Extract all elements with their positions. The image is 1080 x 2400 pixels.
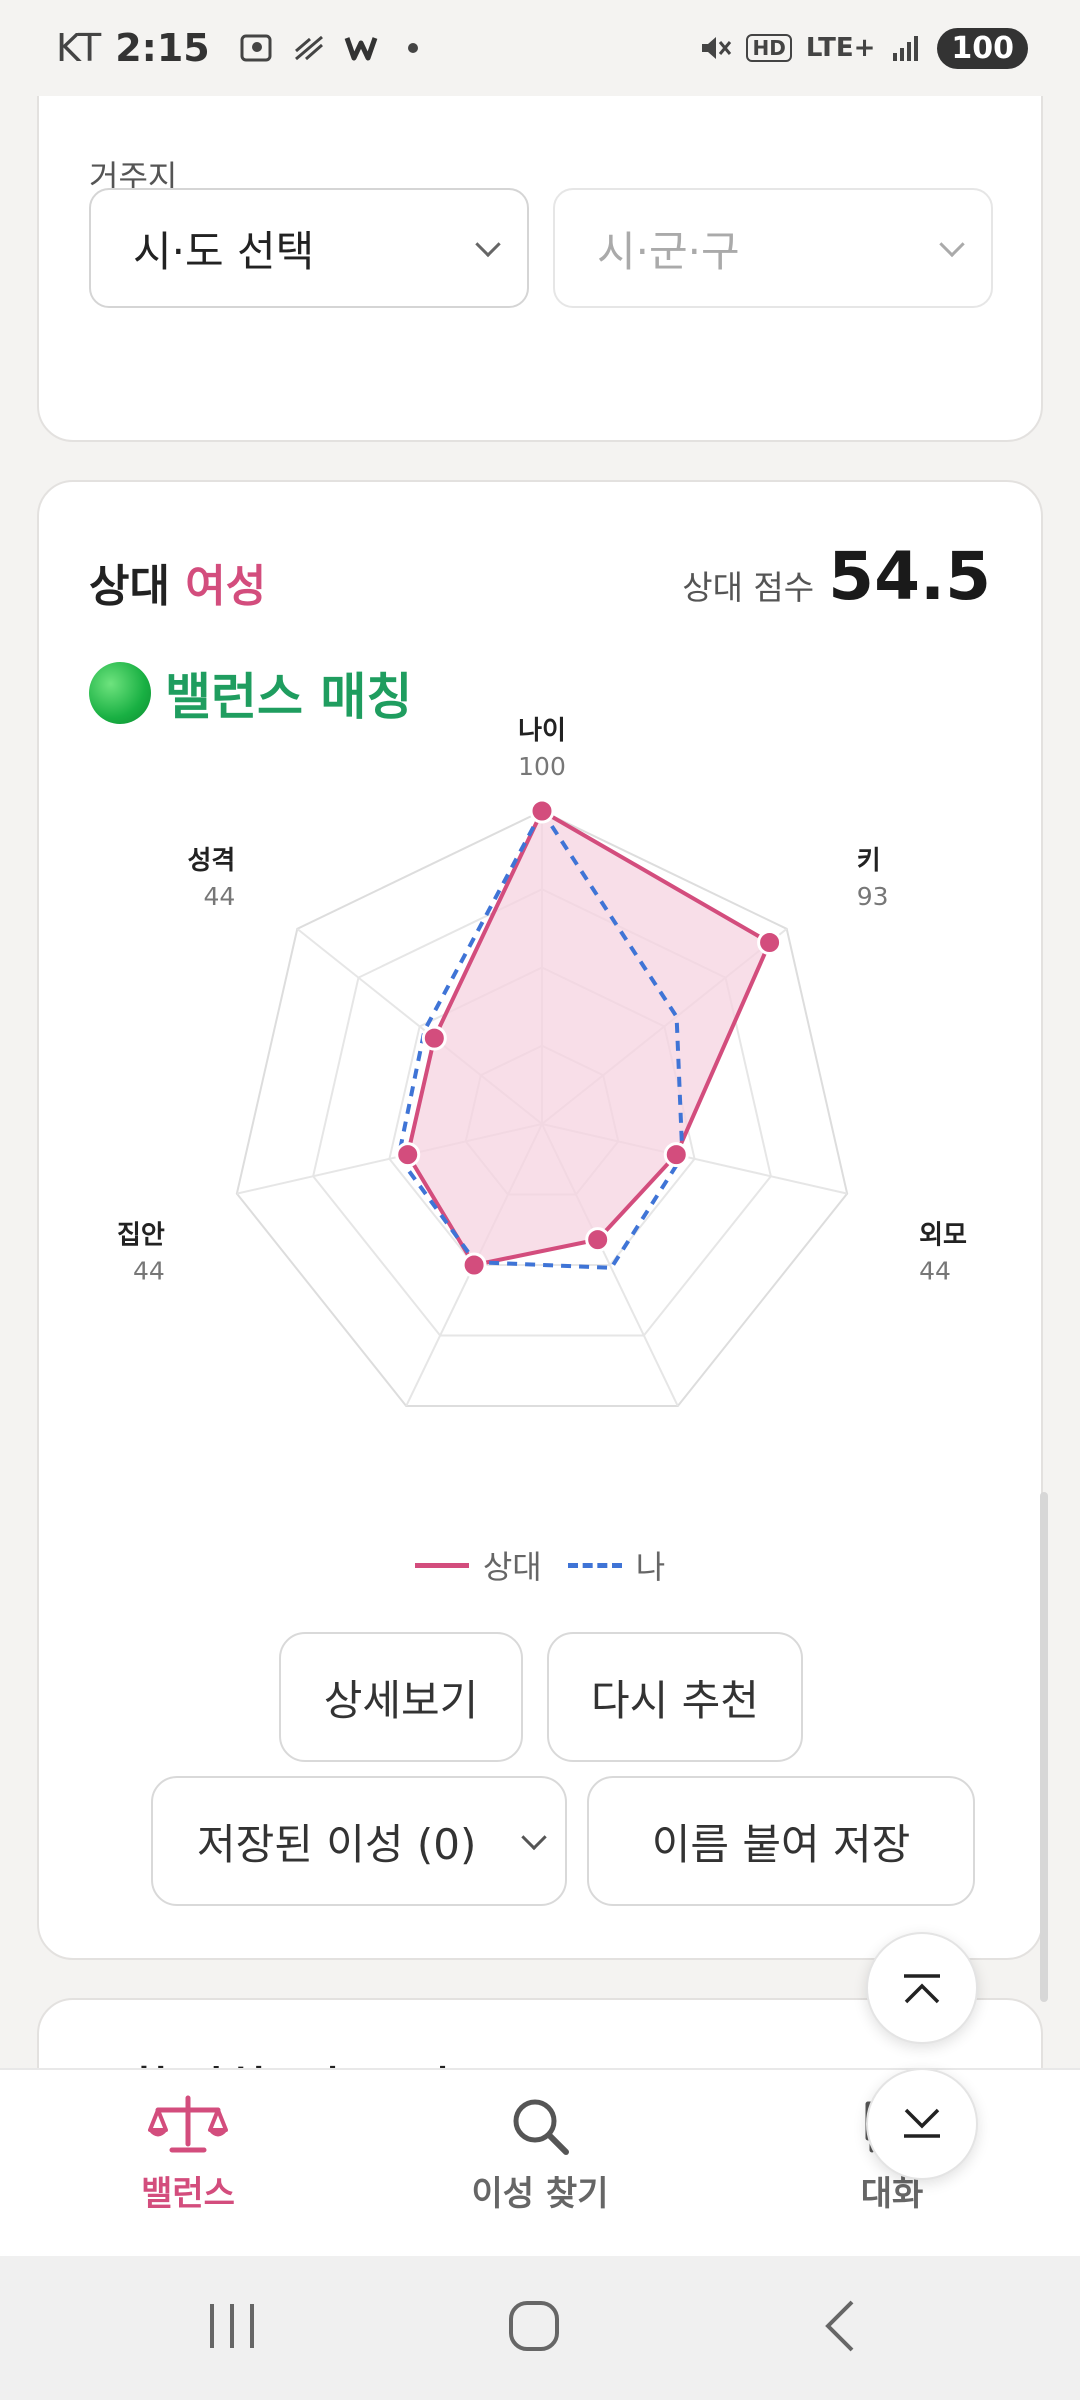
no-sim-icon: [294, 35, 323, 61]
scroll-top-button[interactable]: [866, 1932, 978, 2044]
axis-label: 외모: [919, 1221, 967, 1251]
legend-swatch-dashed: [567, 1562, 622, 1568]
carrier-label: KT: [56, 26, 102, 70]
clock: 2:15: [115, 26, 210, 70]
saved-partners-select[interactable]: 저장된 이성 (0): [151, 1776, 567, 1906]
data-point-partner: [421, 1025, 447, 1051]
scroll-bottom-button[interactable]: [866, 2068, 978, 2180]
data-point-partner: [395, 1142, 421, 1168]
axis-value-label: 100: [518, 752, 566, 781]
status-bar: KT 2:15 HD LTE+ 100: [0, 0, 1080, 96]
axis-label: 성격: [187, 846, 235, 876]
district-select[interactable]: 시·군·구: [553, 188, 993, 308]
w-app-icon: [344, 37, 378, 61]
nav-balance[interactable]: 밸런스: [58, 2094, 318, 2215]
signal-icon: [893, 36, 919, 61]
province-select-value: 시·도 선택: [133, 226, 315, 276]
data-point-partner: [663, 1142, 689, 1168]
status-right: HD LTE+ 100: [698, 27, 1028, 69]
chevron-down-icon: [521, 1824, 547, 1851]
legend-swatch-solid: [414, 1562, 469, 1568]
detail-button[interactable]: 상세보기: [279, 1632, 523, 1762]
chevron-down-icon: [475, 231, 501, 258]
legend-label-partner: 상대: [482, 1548, 542, 1586]
legend-item-me: 나: [567, 1542, 666, 1588]
data-point-partner: [529, 798, 555, 824]
axis-value-label: 93: [857, 882, 889, 911]
saved-partners-label: 저장된 이성 (0): [197, 1819, 477, 1869]
series-line-partner: [405, 809, 772, 1268]
search-icon: [513, 2099, 569, 2155]
nav-find[interactable]: 이성 찾기: [410, 2094, 670, 2215]
gallery-icon: [240, 34, 272, 62]
battery-indicator: 100: [937, 27, 1028, 69]
radar-chart: 나이100키93외모44경제력41학력50집안44성격44: [117, 716, 967, 1408]
chart-legend: 상대 나: [39, 1542, 1041, 1588]
hd-label: HD: [746, 34, 792, 62]
legend-label-me: 나: [635, 1548, 666, 1586]
mute-icon: [702, 37, 732, 59]
axis-label: 키: [857, 846, 881, 876]
data-point-partner: [461, 1252, 487, 1278]
home-icon[interactable]: [504, 2296, 564, 2356]
axis-label: 나이: [518, 716, 566, 746]
recommend-again-button[interactable]: 다시 추천: [547, 1632, 803, 1762]
data-point-partner: [757, 930, 783, 956]
chevron-up-icon: [904, 1974, 940, 2004]
system-nav-bar: [0, 2256, 1080, 2400]
nav-chat-label: 대화: [860, 2174, 924, 2214]
scroll-indicator[interactable]: [1040, 1492, 1048, 2002]
axis-value-label: 44: [919, 1257, 951, 1286]
data-point-partner: [585, 1227, 611, 1253]
axis-value-label: 44: [203, 882, 235, 911]
legend-item-partner: 상대: [414, 1542, 542, 1588]
district-select-value: 시·군·구: [597, 226, 740, 276]
recent-apps-icon[interactable]: [204, 2296, 260, 2356]
province-select[interactable]: 시·도 선택: [89, 188, 529, 308]
chevron-down-icon: [904, 2108, 940, 2138]
scale-icon: [148, 2095, 228, 2153]
axis-label: 집안: [117, 1221, 165, 1251]
save-named-button[interactable]: 이름 붙여 저장: [587, 1776, 975, 1906]
match-card: 상대 여성 상대 점수 54.5 밸런스 매칭 나이100키93외모44경제력4…: [37, 480, 1043, 1960]
network-label: LTE+: [805, 33, 876, 63]
dot-icon: [407, 43, 418, 53]
axis-value-label: 44: [133, 1257, 165, 1286]
nav-find-label: 이성 찾기: [471, 2174, 609, 2214]
nav-balance-label: 밸런스: [141, 2174, 235, 2214]
notification-icons: [240, 33, 430, 63]
back-icon[interactable]: [812, 2296, 868, 2356]
chevron-down-icon: [939, 231, 965, 258]
app-root: KT 2:15 HD LTE+ 100 거주지 시·도 선택 시·군·구 상대 …: [0, 0, 1080, 2400]
